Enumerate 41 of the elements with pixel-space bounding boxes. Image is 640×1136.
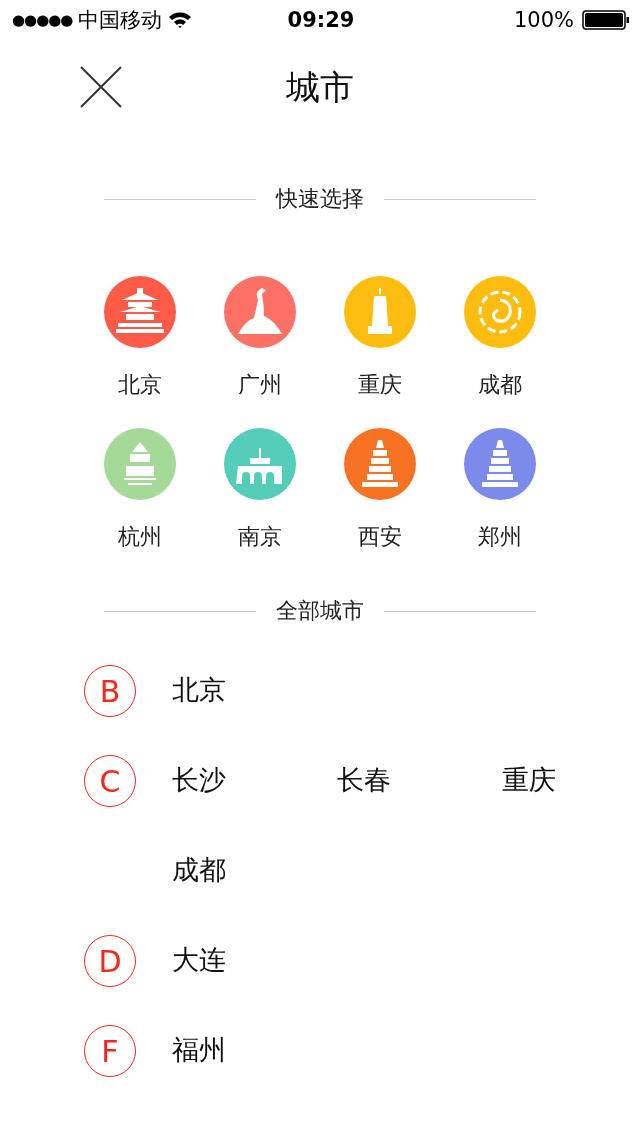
section-heading: 全部城市 [276,597,364,625]
city-badge[interactable] [464,276,536,348]
city-badge[interactable] [344,428,416,500]
city-badge[interactable] [464,428,536,500]
carrier-name: 中国移动 [78,7,163,34]
city-badge[interactable] [104,276,176,348]
temple-icon [116,288,164,333]
city-name[interactable]: 长春 [337,754,502,806]
pagoda-icon [482,440,518,487]
pavilion-icon [124,442,156,485]
tower-icon [368,288,392,334]
section-heading: 快速选择 [276,185,364,213]
city-name[interactable]: 西安 [358,522,402,552]
city-name[interactable]: 重庆 [358,370,402,400]
city-name[interactable]: 南京 [238,522,282,552]
city-badge[interactable] [104,428,176,500]
wifi-icon [168,11,193,29]
city-badge[interactable] [224,276,296,348]
page-title: 城市 [286,66,354,109]
city-name[interactable]: 长沙 [172,754,337,806]
battery-percent: 100% [513,8,574,32]
city-name[interactable]: 北京 [118,370,162,400]
city-name[interactable]: 大连 [172,934,337,986]
city-name[interactable]: 广州 [238,370,282,400]
pagoda-icon [362,440,398,487]
signal-icon: ●●●●● [12,11,73,29]
swirl-icon [478,290,522,334]
city-name[interactable]: 成都 [172,844,337,896]
gate-icon [236,448,282,484]
city-badge[interactable] [224,428,296,500]
statue-icon [238,288,282,334]
close-icon[interactable] [80,66,122,108]
clock-time: 09:29 [287,8,355,32]
battery-icon [582,10,630,30]
city-badge[interactable] [344,276,416,348]
city-name[interactable]: 福州 [172,1024,337,1076]
city-name[interactable]: 郑州 [478,522,522,552]
city-name[interactable]: 重庆 [502,754,640,806]
city-name[interactable]: 杭州 [118,522,162,552]
city-name[interactable]: 成都 [478,370,522,400]
city-name[interactable]: 北京 [172,664,337,716]
